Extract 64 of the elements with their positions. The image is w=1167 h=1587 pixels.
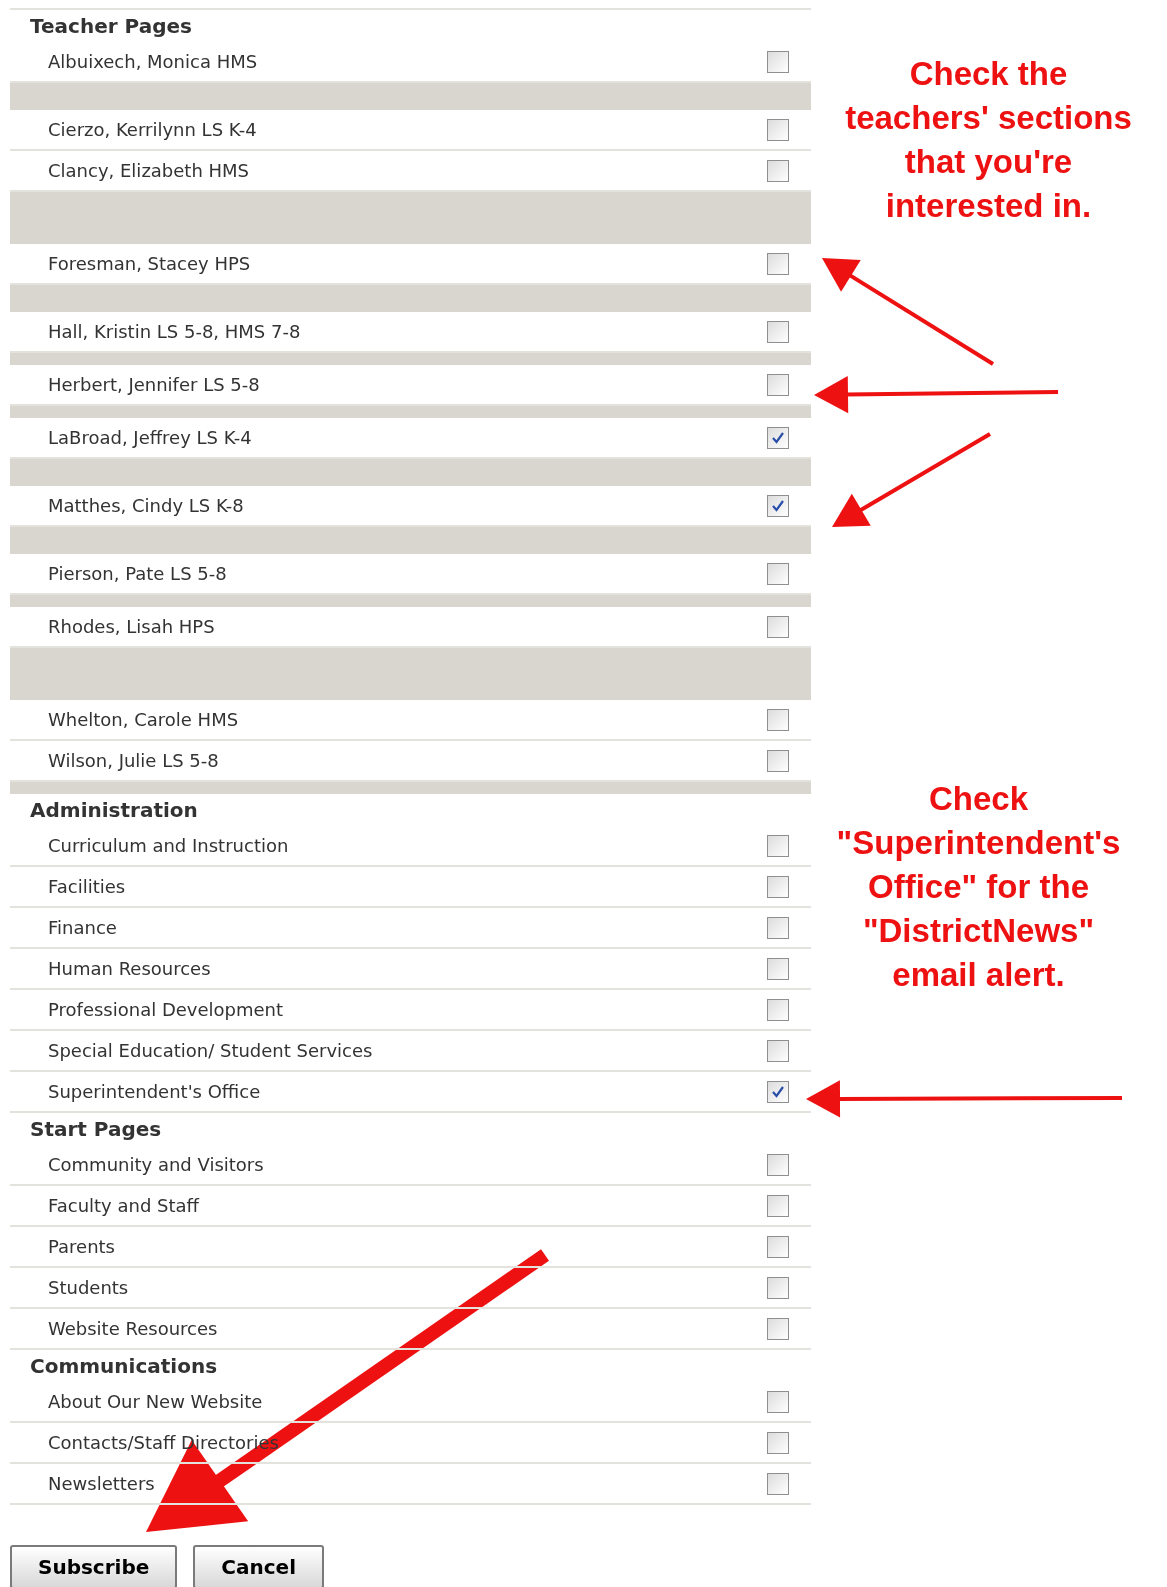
option-label: LaBroad, Jeffrey LS K-4 (48, 426, 252, 450)
option-label: Students (48, 1276, 129, 1300)
option-label: Pierson, Pate LS 5-8 (48, 562, 227, 586)
option-label: Whelton, Carole HMS (48, 708, 239, 732)
checkbox[interactable] (767, 159, 789, 182)
form-button[interactable]: Subscribe (10, 1545, 178, 1587)
option-label: Human Resources (48, 957, 211, 981)
section-heading: Administration (29, 797, 199, 824)
option-label: Cierzo, Kerrilynn LS K-4 (48, 118, 257, 142)
option-label: Matthes, Cindy LS K-8 (48, 494, 244, 518)
option-label: Faculty and Staff (48, 1194, 199, 1218)
checkbox[interactable] (767, 875, 789, 898)
option-label: Facilities (48, 875, 126, 899)
option-label: Clancy, Elizabeth HMS (48, 159, 250, 183)
checkbox[interactable] (767, 1431, 789, 1454)
annotation-text: Check the teachers' sections that you're interested in. (844, 54, 1133, 226)
option-label: Hall, Kristin LS 5-8, HMS 7-8 (48, 320, 301, 344)
checkbox[interactable] (767, 1153, 789, 1176)
checkbox[interactable] (767, 252, 789, 275)
checkbox[interactable] (767, 426, 789, 449)
checkbox[interactable] (767, 749, 789, 772)
checkbox[interactable] (767, 834, 789, 857)
checkbox[interactable] (767, 1276, 789, 1299)
option-label: Albuixech, Monica HMS (48, 50, 258, 74)
checkbox[interactable] (767, 1039, 789, 1062)
section-heading: Teacher Pages (29, 13, 193, 40)
section-heading: Communications (29, 1353, 219, 1380)
checkbox[interactable] (767, 1194, 789, 1217)
option-label: Curriculum and Instruction (48, 834, 289, 858)
option-label: About Our New Website (48, 1390, 263, 1414)
checkbox[interactable] (767, 615, 789, 638)
checkbox[interactable] (767, 320, 789, 343)
checkbox[interactable] (767, 708, 789, 731)
check-icon (771, 498, 785, 513)
option-label: Professional Development (48, 998, 284, 1022)
checkbox[interactable] (767, 916, 789, 939)
checkbox[interactable] (767, 50, 789, 73)
annotation-text: Check "Superintendent's Office" for the "DistrictNews" email alert. (835, 779, 1122, 995)
option-label: Newsletters (48, 1472, 155, 1496)
option-label: Community and Visitors (48, 1153, 264, 1177)
checkbox[interactable] (767, 1390, 789, 1413)
check-icon (771, 430, 785, 445)
option-label: Superintendent's Office (48, 1080, 261, 1104)
option-label: Wilson, Julie LS 5-8 (48, 749, 219, 773)
option-label: Website Resources (48, 1317, 218, 1341)
check-icon (771, 1084, 785, 1099)
option-label: Finance (48, 916, 117, 940)
option-label: Foresman, Stacey HPS (48, 252, 251, 276)
checkbox[interactable] (767, 1235, 789, 1258)
checkbox[interactable] (767, 562, 789, 585)
option-label: Rhodes, Lisah HPS (48, 615, 215, 639)
checkbox[interactable] (767, 1080, 789, 1103)
checkbox[interactable] (767, 494, 789, 517)
form-button[interactable]: Cancel (193, 1545, 324, 1587)
checkbox[interactable] (767, 957, 789, 980)
checkbox[interactable] (767, 1472, 789, 1495)
checkbox[interactable] (767, 998, 789, 1021)
section-heading: Start Pages (29, 1116, 163, 1143)
option-label: Parents (48, 1235, 115, 1259)
checkbox[interactable] (767, 1317, 789, 1340)
option-label: Special Education/ Student Services (48, 1039, 373, 1063)
checkbox[interactable] (767, 373, 789, 396)
checkbox[interactable] (767, 118, 789, 141)
option-label: Herbert, Jennifer LS 5-8 (48, 373, 260, 397)
